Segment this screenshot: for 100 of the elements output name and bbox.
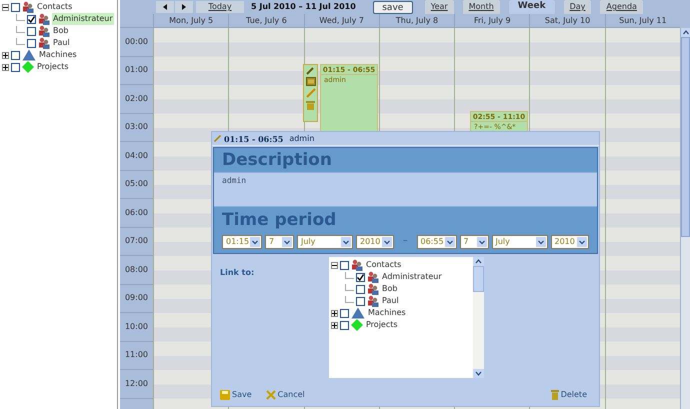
tree-item[interactable]: Contacts — [365, 259, 402, 271]
checkbox[interactable] — [27, 26, 36, 36]
collapse-toggle[interactable] — [331, 262, 338, 268]
dropdown-caret-icon — [282, 237, 292, 247]
minus-icon — [332, 262, 337, 268]
trash-icon — [306, 100, 315, 110]
right-arrow-icon — [182, 4, 186, 10]
checkbox[interactable] — [11, 62, 20, 72]
tree-item[interactable]: Projects — [365, 319, 399, 331]
people-icon — [367, 271, 379, 283]
checkbox[interactable] — [11, 50, 20, 60]
section-heading: Description — [221, 149, 333, 172]
section-heading: Time period — [221, 209, 338, 231]
people-icon — [351, 259, 363, 271]
trash-icon — [550, 390, 559, 400]
view-tab[interactable]: Month — [462, 0, 500, 14]
pencil-icon — [214, 135, 221, 142]
tree-item[interactable]: Machines — [38, 49, 78, 61]
checkbox[interactable] — [340, 308, 349, 318]
scroll-down-icon — [473, 369, 484, 378]
people-icon — [38, 13, 50, 25]
next-button[interactable] — [175, 1, 193, 13]
collapse-toggle[interactable] — [2, 4, 9, 10]
view-tab[interactable]: Day — [564, 0, 592, 14]
today-link[interactable]: Today — [196, 1, 244, 13]
dialog-time: 01:15 - 06:55 — [224, 132, 284, 144]
dropdown-caret-icon — [250, 237, 260, 247]
tree-item[interactable]: Bob — [52, 25, 70, 37]
people-icon — [367, 295, 379, 307]
time-select[interactable]: 01:15 — [222, 235, 262, 249]
year-select[interactable]: 2010 — [356, 235, 394, 249]
dropdown-caret-icon — [341, 237, 351, 247]
plus-icon — [3, 64, 8, 70]
link-label: Link to: — [219, 267, 256, 279]
checkbox[interactable] — [356, 296, 365, 306]
save-button[interactable]: Save — [220, 389, 252, 401]
day-select[interactable]: 7 — [265, 235, 294, 249]
day-select[interactable]: 7 — [460, 235, 488, 249]
dropdown-caret-icon — [576, 237, 586, 247]
cancel-button[interactable]: Cancel — [266, 389, 305, 401]
tree-item[interactable]: Paul — [52, 37, 71, 49]
save-button[interactable]: save — [372, 0, 413, 14]
scroll-up-icon — [680, 28, 690, 37]
minus-icon — [3, 4, 8, 10]
tree-item[interactable]: Administrateur — [52, 13, 114, 25]
tree-item[interactable]: Bob — [381, 283, 398, 295]
cross-icon — [266, 390, 276, 400]
plus-icon — [3, 52, 8, 58]
triangle-icon — [351, 307, 365, 319]
view-tab[interactable]: Agenda — [600, 0, 643, 14]
dropdown-caret-icon — [536, 237, 546, 247]
left-arrow-icon — [163, 4, 167, 10]
checkbox[interactable] — [27, 38, 36, 48]
delete-button[interactable]: Delete — [550, 389, 587, 401]
checked-checkbox[interactable] — [27, 14, 36, 24]
people-icon — [22, 1, 34, 13]
time-select[interactable]: 06:55 — [416, 235, 456, 249]
tree-item[interactable]: Administrateur — [381, 271, 443, 283]
checkbox[interactable] — [340, 320, 349, 330]
year-select[interactable]: 2010 — [550, 235, 588, 249]
checkbox[interactable] — [11, 2, 20, 12]
plus-icon — [332, 322, 337, 328]
dropdown-caret-icon — [444, 237, 454, 247]
scrollbar[interactable] — [473, 257, 484, 378]
range-separator: – — [402, 235, 408, 248]
checked-checkbox[interactable] — [356, 272, 365, 282]
checkbox[interactable] — [340, 260, 349, 270]
pencil-icon — [306, 66, 315, 75]
dialog-title: admin — [289, 132, 314, 144]
expand-toggle[interactable] — [331, 322, 338, 328]
diamond-icon — [22, 61, 34, 73]
scroll-up-icon — [473, 257, 484, 266]
previous-button[interactable] — [156, 1, 174, 13]
view-tab[interactable]: Week — [508, 0, 555, 14]
date-range: 5 Jul 2010 – 11 Jul 2010 — [251, 1, 356, 13]
view-tab[interactable]: Year — [424, 0, 454, 14]
tree-item[interactable]: Paul — [381, 295, 400, 307]
expand-toggle[interactable] — [2, 52, 9, 58]
month-select[interactable]: July — [297, 235, 353, 249]
people-icon — [38, 25, 50, 37]
tree-item[interactable]: Projects — [36, 61, 70, 73]
dropdown-caret-icon — [382, 237, 392, 247]
people-icon — [367, 283, 379, 295]
scrollbar[interactable] — [680, 28, 690, 409]
tree-item[interactable]: Contacts — [36, 1, 74, 13]
tree-item[interactable]: Machines — [367, 307, 407, 319]
diamond-icon — [351, 319, 363, 331]
scroll-thumb[interactable] — [473, 266, 484, 292]
expand-toggle[interactable] — [331, 310, 338, 316]
pencil-icon — [306, 88, 316, 98]
plus-icon — [332, 310, 337, 316]
month-select[interactable]: July — [492, 235, 548, 249]
people-icon — [38, 37, 50, 49]
check-icon — [357, 274, 364, 280]
check-icon — [28, 16, 35, 22]
triangle-icon — [22, 49, 36, 61]
scroll-thumb[interactable] — [680, 37, 690, 237]
calendar-icon — [306, 76, 316, 86]
checkbox[interactable] — [356, 284, 365, 294]
expand-toggle[interactable] — [2, 64, 9, 70]
